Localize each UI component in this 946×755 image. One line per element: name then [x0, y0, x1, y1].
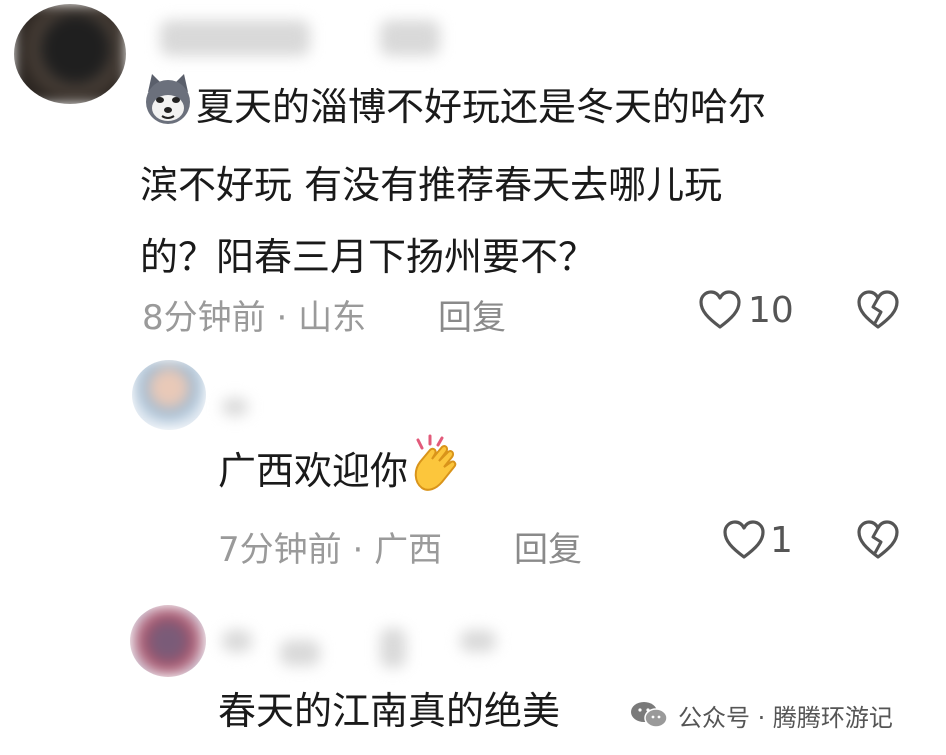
reply-button[interactable]: 回复 [438, 290, 506, 339]
comment-meta: 8分钟前 · 山东 [142, 298, 367, 338]
avatar[interactable] [132, 360, 206, 430]
comment-text: 夏天的淄博不好玩还是冬天的哈尔 滨不好玩 有没有推荐春天去哪儿玩 的？阳春三月下… [140, 70, 766, 293]
username-blurred[interactable] [222, 398, 248, 416]
heart-outline-icon[interactable] [698, 290, 742, 334]
username-blurred[interactable] [222, 630, 252, 652]
avatar[interactable] [14, 4, 126, 104]
broken-heart-icon[interactable] [856, 290, 900, 334]
reply-button[interactable]: 回复 [514, 522, 582, 571]
avatar[interactable] [130, 605, 206, 677]
user-badge-blurred [460, 630, 496, 652]
husky-dog-emoji [140, 70, 196, 149]
username-blurred[interactable] [160, 20, 310, 56]
watermark-text: 公众号 · 腾腾环游记 [678, 703, 893, 732]
clapping-hands-emoji [408, 432, 468, 515]
comment-text: 春天的江南真的绝美 [218, 689, 561, 733]
user-badge-blurred [280, 640, 320, 666]
like-count: 10 [748, 290, 794, 331]
user-badge-blurred [380, 20, 440, 56]
broken-heart-icon[interactable] [856, 520, 900, 564]
heart-outline-icon[interactable] [722, 520, 766, 564]
user-badge-blurred [380, 628, 406, 668]
like-count: 1 [770, 520, 793, 561]
comment-meta: 7分钟前 · 广西 [218, 530, 443, 570]
comment-text: 广西欢迎你 [218, 432, 468, 515]
wechat-icon [630, 700, 668, 730]
watermark: 公众号 · 腾腾环游记 [630, 695, 893, 735]
